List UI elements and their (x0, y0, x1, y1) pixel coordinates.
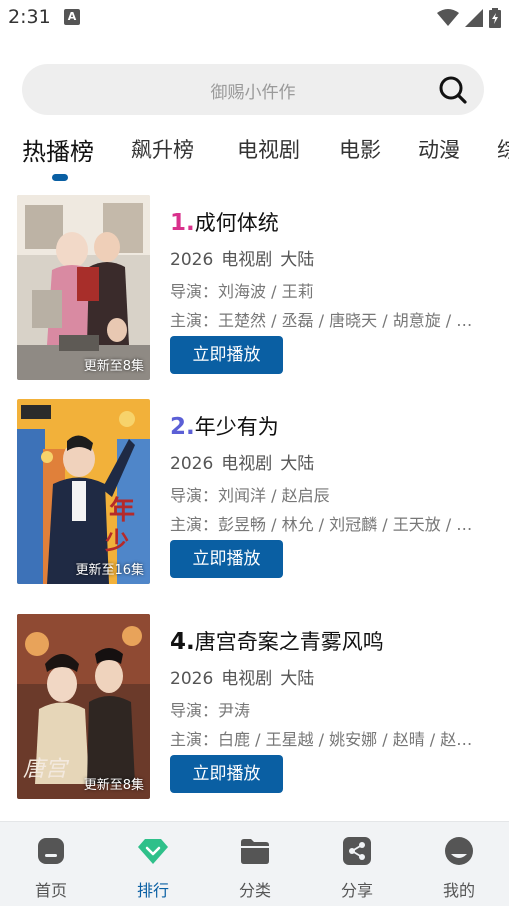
episode-badge: 更新至8集 (83, 359, 144, 374)
nav-category[interactable]: 分类 (204, 822, 306, 906)
cast: 主演：白鹿 / 王星越 / 姚安娜 / 赵晴 / 赵昭仪 (170, 730, 488, 749)
poster-image[interactable]: 更新至8集 (17, 195, 150, 380)
rank-number: 1. (170, 210, 195, 236)
search-input[interactable]: 御赐小仵作 (22, 78, 424, 103)
status-time: 2:31 (8, 6, 51, 28)
nav-share-label: 分享 (340, 881, 373, 900)
cast: 主演：王楚然 / 丞磊 / 唐晓天 / 胡意旋 / 王伯翰 (170, 311, 488, 330)
ranking-icon (138, 839, 168, 864)
status-bar: 2:31 A (0, 0, 509, 36)
status-icons (437, 8, 501, 28)
nav-home-label: 首页 (34, 881, 67, 900)
bottom-nav: 首页 排行 分类 分享 我的 (0, 821, 509, 906)
year: 2026 (170, 669, 214, 689)
svg-text:少: 少 (104, 527, 129, 555)
list-item[interactable]: 更新至8集 1.成何体统 2026 电视剧 大陆 导演：刘海波 / 王莉 主演：王楚… (0, 195, 509, 381)
nav-profile-label: 我的 (442, 881, 475, 900)
search-bar[interactable]: 御赐小仵作 (22, 64, 484, 115)
region: 大陆 (280, 669, 315, 689)
episode-badge: 更新至8集 (83, 778, 144, 793)
list-item[interactable]: 年 少 更新至16集 2.年少有为 2026 电视剧 大陆 导演：刘闻洋 / 赵启辰… (0, 399, 509, 585)
nav-ranking-label: 排行 (136, 881, 169, 900)
director: 导演：刘闻洋 / 赵启辰 (170, 486, 330, 505)
tab-tv[interactable]: 电视剧 (237, 134, 300, 164)
type: 电视剧 (221, 454, 273, 474)
nav-profile[interactable]: 我的 (408, 822, 509, 906)
play-button[interactable]: 立即播放 (170, 755, 283, 793)
signal-icon (465, 9, 483, 27)
poster-art: 年 少 (17, 399, 150, 584)
item-title: 2.年少有为 (170, 411, 279, 441)
tab-indicator (52, 174, 68, 181)
nav-category-label: 分类 (238, 881, 271, 900)
item-title: 1.成何体统 (170, 207, 279, 237)
title-text: 年少有为 (194, 415, 279, 439)
search-icon[interactable] (438, 75, 468, 105)
title-text: 唐宫奇案之青雾风鸣 (194, 630, 384, 654)
item-title: 4.唐宫奇案之青雾风鸣 (170, 626, 384, 656)
tab-hot[interactable]: 热播榜 (22, 132, 94, 167)
poster-image[interactable]: 唐宫 更新至8集 (17, 614, 150, 799)
category-tabs: 热播榜 飙升榜 电视剧 电影 动漫 综 (0, 128, 509, 188)
list-item[interactable]: 唐宫 更新至8集 4.唐宫奇案之青雾风鸣 2026 电视剧 大陆 导演：尹涛 主演：… (0, 614, 509, 800)
notification-icon: A (64, 9, 80, 25)
battery-icon (489, 8, 501, 28)
tab-anime[interactable]: 动漫 (418, 134, 460, 164)
type: 电视剧 (221, 250, 273, 270)
director: 导演：尹涛 (170, 701, 251, 720)
region: 大陆 (280, 250, 315, 270)
nav-home[interactable]: 首页 (0, 822, 102, 906)
item-meta: 2026 电视剧 大陆 (170, 664, 322, 689)
nav-share[interactable]: 分享 (306, 822, 408, 906)
profile-icon (445, 837, 473, 865)
region: 大陆 (280, 454, 315, 474)
year: 2026 (170, 250, 214, 270)
cast: 主演：彭昱畅 / 林允 / 刘冠麟 / 王天放 / 张晚意 (170, 515, 488, 534)
title-text: 成何体统 (194, 211, 279, 235)
svg-text:唐宫: 唐宫 (23, 757, 70, 782)
folder-icon (241, 839, 269, 864)
poster-art (17, 195, 150, 380)
item-meta: 2026 电视剧 大陆 (170, 245, 322, 270)
episode-badge: 更新至16集 (75, 563, 144, 578)
home-icon (38, 838, 64, 864)
rank-number: 4. (170, 629, 195, 655)
year: 2026 (170, 454, 214, 474)
nav-ranking[interactable]: 排行 (102, 822, 204, 906)
play-button[interactable]: 立即播放 (170, 336, 283, 374)
poster-art: 唐宫 (17, 614, 150, 799)
tab-variety[interactable]: 综 (497, 134, 509, 164)
wifi-icon (437, 9, 459, 26)
rank-number: 2. (170, 414, 195, 440)
poster-image[interactable]: 年 少 更新至16集 (17, 399, 150, 584)
tab-rising[interactable]: 飙升榜 (131, 134, 194, 164)
tab-movie[interactable]: 电影 (339, 134, 381, 164)
share-icon (343, 837, 371, 865)
type: 电视剧 (221, 669, 273, 689)
play-button[interactable]: 立即播放 (170, 540, 283, 578)
item-meta: 2026 电视剧 大陆 (170, 449, 322, 474)
director: 导演：刘海波 / 王莉 (170, 282, 314, 301)
svg-text:年: 年 (109, 495, 135, 526)
